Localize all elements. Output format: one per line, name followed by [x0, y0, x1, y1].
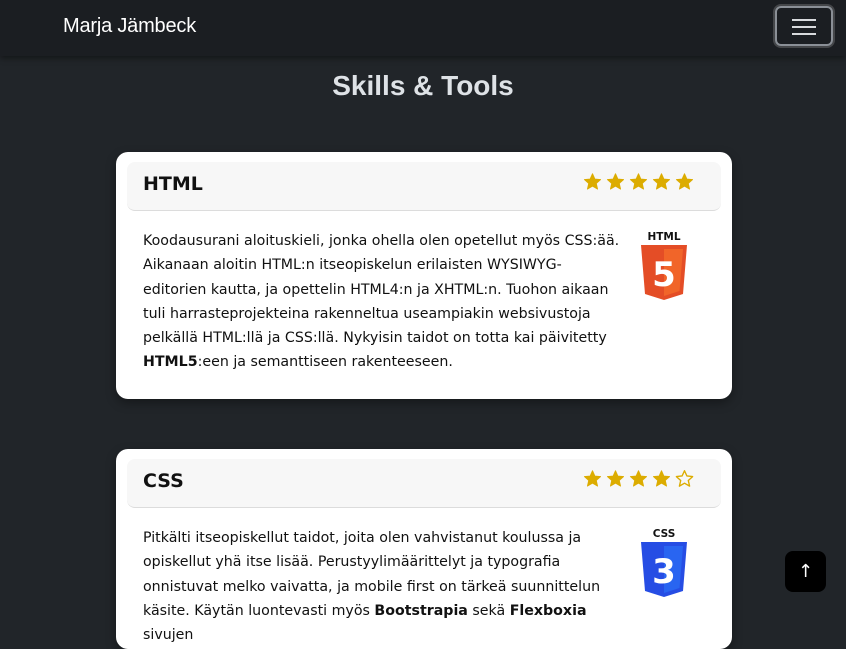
back-to-top-button[interactable]: ↑: [785, 551, 826, 592]
card-text-part: sekä: [467, 602, 510, 619]
logo-label: CSS: [653, 528, 676, 540]
page-title: Skills & Tools: [332, 70, 514, 101]
star-filled-icon: [629, 172, 648, 194]
card-text-bold: Flexboxia: [509, 602, 587, 619]
card-text-part: Koodausurani aloituskieli, jonka ohella …: [143, 233, 620, 347]
card-header: HTML: [127, 162, 721, 211]
star-filled-icon: [606, 172, 625, 194]
card-text-bold: Bootstrapia: [374, 602, 468, 619]
card-title: CSS: [143, 470, 184, 492]
navbar-toggler-button[interactable]: [775, 6, 833, 46]
card-text-part: :een ja semanttiseen rakenteeseen.: [197, 354, 453, 371]
navbar: Marja Jämbeck: [0, 0, 846, 56]
logo-label: HTML: [647, 231, 680, 243]
css3-logo-icon: CSS 3: [638, 527, 690, 603]
html5-logo-icon: HTML 5: [638, 230, 690, 306]
star-filled-icon: [652, 469, 671, 491]
card-text-part: sivujen: [143, 627, 194, 644]
star-filled-icon: [629, 469, 648, 491]
star-filled-icon: [652, 172, 671, 194]
card-text-bold: HTML5: [143, 354, 198, 371]
card-title: HTML: [143, 173, 203, 195]
star-filled-icon: [606, 469, 625, 491]
logo-number: 5: [652, 255, 676, 295]
star-filled-icon: [675, 172, 694, 194]
skill-card-html: HTML Koodausurani aloituskieli, jonka oh…: [116, 152, 732, 399]
star-rating: [583, 469, 694, 491]
card-header: CSS: [127, 459, 721, 508]
star-filled-icon: [583, 469, 602, 491]
logo-number: 3: [652, 552, 676, 592]
star-empty-icon: [675, 469, 694, 491]
card-text: Pitkälti itseopiskellut taidot, joita ol…: [143, 526, 623, 647]
card-text: Koodausurani aloituskieli, jonka ohella …: [143, 229, 623, 375]
skill-card-css: CSS Pitkälti itseopiskellut taidot, joit…: [116, 449, 732, 649]
star-filled-icon: [583, 172, 602, 194]
arrow-up-icon: ↑: [797, 561, 814, 582]
star-rating: [583, 172, 694, 194]
brand-link[interactable]: Marja Jämbeck: [63, 15, 196, 38]
